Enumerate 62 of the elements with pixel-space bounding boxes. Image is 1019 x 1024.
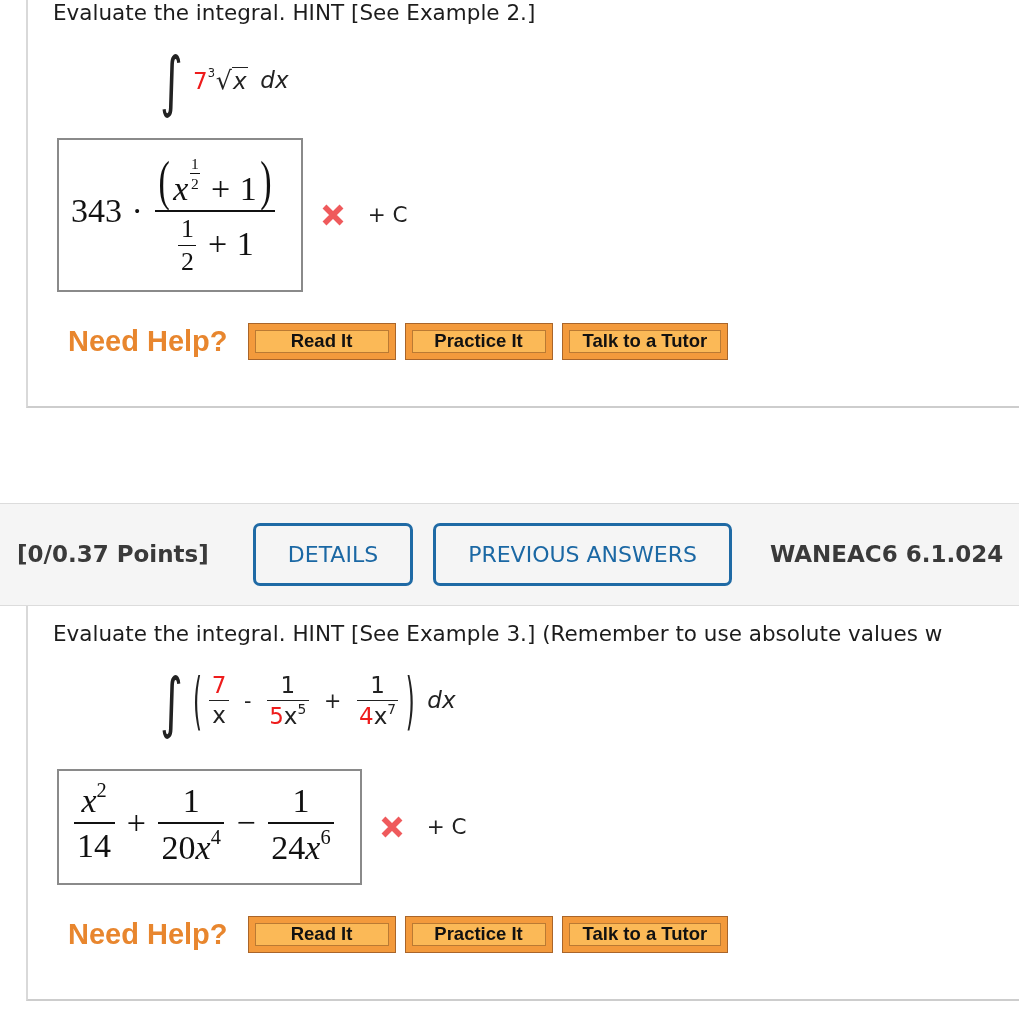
read-it-button[interactable]: Read It <box>247 322 396 360</box>
math-operator: + <box>211 169 231 209</box>
previous-answers-button[interactable]: PREVIOUS ANSWERS <box>433 522 732 586</box>
math-number: 1 <box>191 154 199 173</box>
math-variable: x <box>173 169 189 209</box>
read-it-button[interactable]: Read It <box>247 915 396 953</box>
math-parameter: 5 <box>269 703 284 730</box>
math-operator: - <box>244 690 252 715</box>
math-variable: x <box>305 828 321 868</box>
math-number: 1 <box>280 672 296 699</box>
math-operator: + <box>323 690 342 715</box>
need-help-label: Need Help? <box>68 324 228 358</box>
math-variable: x <box>283 703 298 730</box>
need-help-label: Need Help? <box>68 917 228 951</box>
parenthesis: ( <box>158 154 170 209</box>
differential: dx <box>427 687 456 714</box>
math-parameter: 7 <box>211 672 227 699</box>
math-operator: · <box>131 190 143 230</box>
details-button[interactable]: DETAILS <box>252 522 414 586</box>
question-prompt: Evaluate the integral. HINT [See Example 3.] (Remember to use absolute values w <box>53 620 944 647</box>
math-number: 2 <box>191 174 199 193</box>
math-number: 1 <box>182 781 200 821</box>
question-prompt: Evaluate the integral. HINT [See Example 2.] <box>53 0 537 26</box>
points-label: [0/0.37 Points] <box>17 541 209 568</box>
math-variable: x <box>212 701 226 729</box>
math-variable: x <box>81 781 97 821</box>
math-number: 4 <box>210 825 221 848</box>
problem-code: WANEAC6 6.1.024 <box>769 541 1004 568</box>
math-variable: x <box>373 703 388 730</box>
math-parameter: 7 <box>193 68 208 95</box>
math-operator: + <box>126 802 146 842</box>
math-number: 2 <box>180 247 194 277</box>
math-number: 5 <box>297 701 307 718</box>
math-number: 1 <box>370 672 385 699</box>
math-number: 1 <box>180 213 194 244</box>
math-number: 7 <box>387 701 397 718</box>
math-number: 6 <box>320 825 331 850</box>
plus-constant: + C <box>367 202 408 228</box>
math-operator: + <box>208 223 228 263</box>
talk-to-tutor-button[interactable]: Talk to a Tutor <box>561 322 729 360</box>
math-number: 14 <box>77 825 112 866</box>
math-number: 1 <box>239 169 257 209</box>
math-variable: x <box>232 68 247 95</box>
parenthesis: ) <box>405 670 415 734</box>
practice-it-button[interactable]: Practice It <box>404 915 553 953</box>
root-index: 3 <box>207 66 216 80</box>
parenthesis: ) <box>260 154 272 209</box>
math-number: 343 <box>71 190 122 230</box>
math-variable: x <box>195 828 211 868</box>
math-parameter: 4 <box>359 703 374 730</box>
math-number: 1 <box>236 223 254 263</box>
talk-to-tutor-button[interactable]: Talk to a Tutor <box>561 915 729 953</box>
math-number: 1 <box>292 781 310 821</box>
parenthesis: ( <box>193 670 203 734</box>
plus-constant: + C <box>426 814 467 840</box>
math-number: 20 <box>161 828 196 868</box>
radical-sign: √ <box>215 66 232 96</box>
math-operator: − <box>236 802 256 842</box>
differential: dx <box>260 66 289 93</box>
math-number: 24 <box>271 828 306 868</box>
practice-it-button[interactable]: Practice It <box>404 322 553 360</box>
math-number: 2 <box>96 779 107 802</box>
